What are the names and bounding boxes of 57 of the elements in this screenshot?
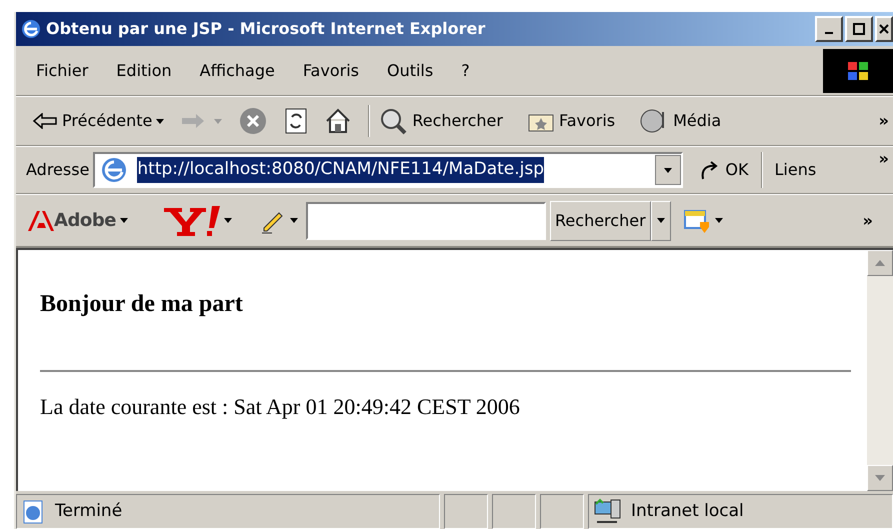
up-arrow-icon <box>875 260 885 266</box>
menu-item[interactable]: Favoris <box>302 58 359 82</box>
search-button[interactable]: Rechercher <box>378 106 503 136</box>
close-button[interactable] <box>875 16 893 42</box>
adobe-button[interactable]: Adobe <box>28 207 116 234</box>
network-computer-icon <box>593 498 623 526</box>
search-button[interactable]: Rechercher <box>550 200 651 240</box>
page-heading: Bonjour de ma part <box>40 290 244 319</box>
back-arrow-icon <box>32 113 58 129</box>
menu-item[interactable]: Affichage <box>200 58 275 82</box>
menu-item[interactable]: Outils <box>386 58 434 82</box>
back-button[interactable]: Précédente <box>32 109 152 133</box>
media-button[interactable]: Média <box>639 106 722 136</box>
scrollbar[interactable] <box>867 250 893 491</box>
menu-item[interactable]: Edition <box>116 58 172 82</box>
addon-overflow[interactable]: » <box>862 208 893 232</box>
scroll-down-button[interactable] <box>867 465 893 491</box>
minimize-button[interactable] <box>815 16 843 42</box>
status-panel <box>540 494 584 529</box>
menu-item[interactable]: ? <box>461 58 470 82</box>
down-arrow-icon <box>875 475 885 481</box>
browser-logo-icon <box>20 18 42 40</box>
links-label[interactable]: Liens <box>774 158 816 182</box>
home-icon[interactable] <box>324 107 352 135</box>
go-button[interactable]: OK <box>699 158 748 182</box>
search-icon <box>378 106 408 136</box>
caret-icon[interactable] <box>664 168 672 172</box>
zone-text: Intranet local <box>631 500 744 523</box>
caret-icon[interactable] <box>714 218 723 223</box>
caret-icon[interactable] <box>120 218 128 223</box>
stop-icon[interactable] <box>238 106 268 136</box>
adobe-logo-icon <box>28 210 54 230</box>
status-panel <box>492 494 536 529</box>
page-text: La date courante est : Sat Apr 01 20:49:42 CEST 2006 <box>40 393 521 421</box>
maximize-button[interactable] <box>845 16 873 42</box>
scroll-up-button[interactable] <box>867 250 893 276</box>
caret-icon[interactable] <box>290 218 298 223</box>
caret-icon[interactable] <box>224 218 232 223</box>
links-overflow[interactable]: » <box>878 147 893 171</box>
caret-icon[interactable] <box>156 118 164 124</box>
menu-item[interactable]: Fichier <box>36 58 88 82</box>
popup-blocker-icon[interactable] <box>682 208 711 234</box>
search-dropdown[interactable] <box>650 200 671 240</box>
status-text: Terminé <box>55 500 122 523</box>
minimize-icon <box>825 32 833 34</box>
caret-icon <box>656 218 665 223</box>
close-icon <box>878 23 890 35</box>
windows-logo-icon <box>823 48 893 92</box>
address-field[interactable]: http://localhost:8080/CNAM/NFE114/MaDate.jsp <box>93 152 684 188</box>
refresh-icon[interactable] <box>284 107 308 135</box>
maximize-icon <box>853 23 865 35</box>
search-input[interactable] <box>306 202 546 240</box>
favorites-button[interactable]: Favoris <box>526 109 616 133</box>
status-panel <box>444 494 488 529</box>
address-label: Adresse <box>26 159 90 181</box>
window-title: Obtenu par une JSP - Microsoft Internet Explorer <box>46 18 486 40</box>
toolbar-overflow[interactable]: » <box>878 109 893 133</box>
